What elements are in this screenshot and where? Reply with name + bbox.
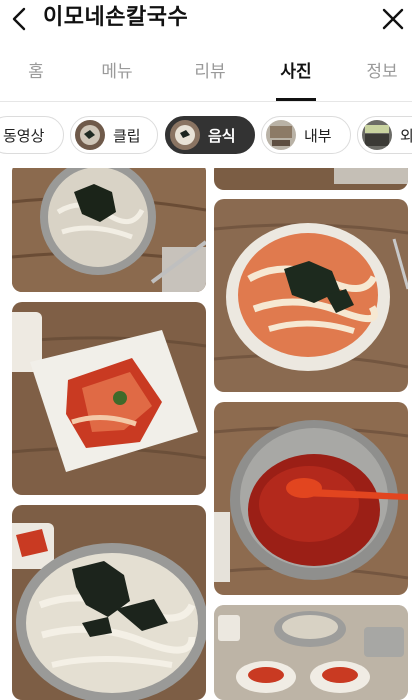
chevron-left-icon: [12, 7, 26, 31]
chip-thumbnail: [266, 120, 296, 150]
photo-red-pepper-paste[interactable]: [214, 402, 408, 595]
tab-reviews[interactable]: 리뷰: [180, 60, 240, 84]
photo-top-right-partial[interactable]: [214, 168, 408, 190]
chip-label: 클립: [113, 126, 141, 145]
chip-food[interactable]: 음식: [165, 116, 255, 154]
chip-label: 내부: [304, 126, 332, 145]
tab-info[interactable]: 정보: [352, 60, 412, 84]
chip-label: 외: [400, 126, 412, 145]
chip-interior[interactable]: 내부: [261, 116, 351, 154]
close-button[interactable]: [378, 4, 408, 34]
chip-thumbnail: [170, 120, 200, 150]
header: 이모네손칼국수: [0, 0, 412, 40]
chip-clip[interactable]: 클립: [70, 116, 158, 154]
close-icon: [382, 8, 404, 30]
tab-menu[interactable]: 메뉴: [87, 60, 147, 84]
chip-exterior[interactable]: 외: [357, 116, 412, 154]
chip-label: 동영상: [3, 126, 45, 145]
photo-kalguksu-top[interactable]: [12, 168, 206, 292]
tab-photos[interactable]: 사진: [266, 60, 326, 84]
photo-filter-chips: 동영상 클립 음식 내부 외: [0, 112, 412, 158]
back-button[interactable]: [6, 4, 34, 34]
page-title: 이모네손칼국수: [43, 5, 189, 30]
active-tab-indicator: [276, 98, 316, 101]
chip-thumbnail: [362, 120, 392, 150]
photo-grid: [0, 168, 412, 700]
tab-home[interactable]: 홈: [6, 60, 66, 84]
chip-thumbnail: [75, 120, 105, 150]
photo-table-set[interactable]: [214, 605, 408, 700]
photo-kalguksu-bowl[interactable]: [12, 505, 206, 700]
photo-kimchi-plate[interactable]: [12, 302, 206, 495]
chip-video[interactable]: 동영상: [0, 116, 64, 154]
tab-bar: 홈 메뉴 리뷰 사진 정보: [0, 50, 412, 102]
chip-label: 음식: [208, 126, 236, 145]
photo-spicy-kalguksu[interactable]: [214, 199, 408, 392]
